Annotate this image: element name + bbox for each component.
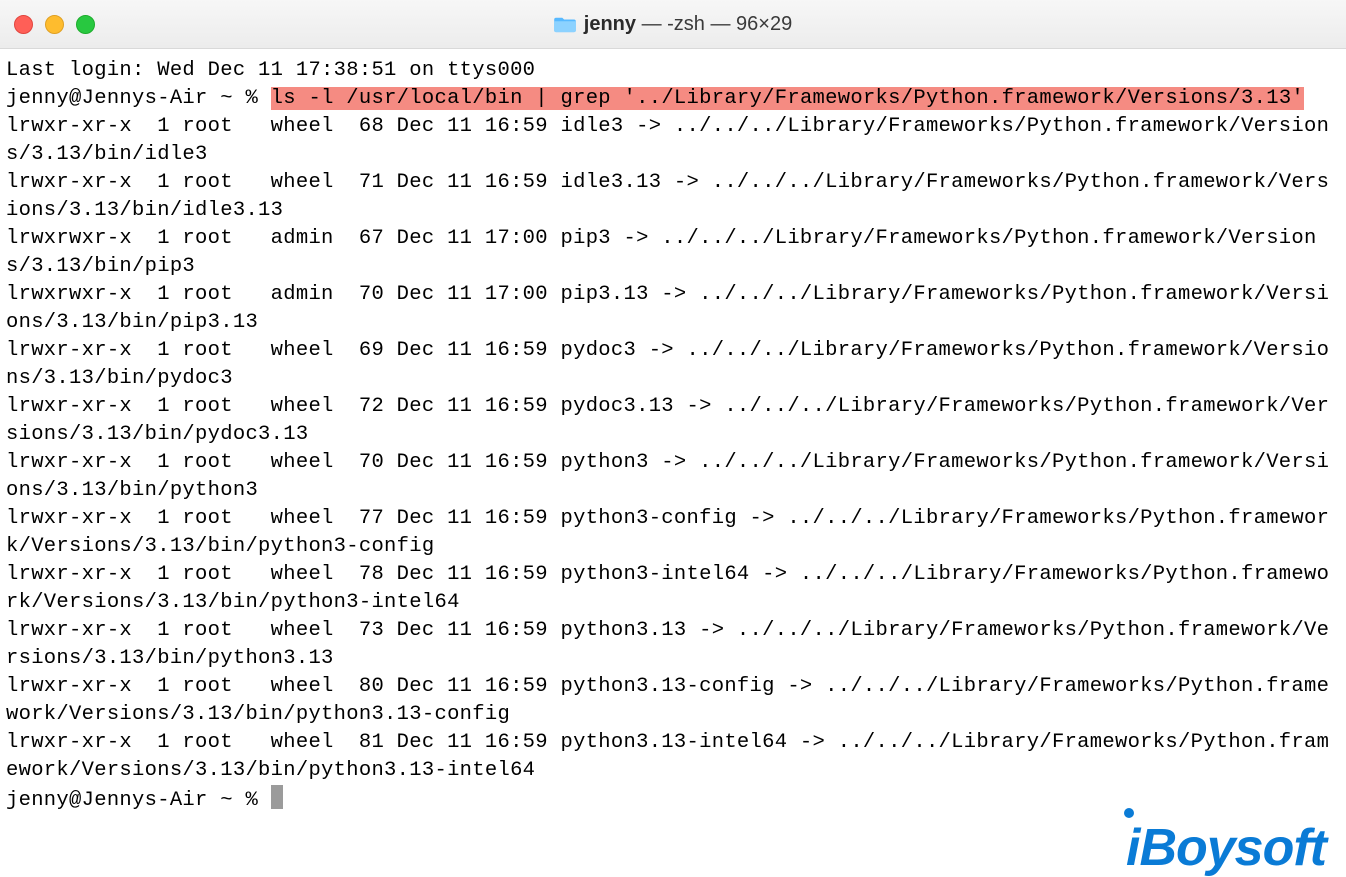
output-line: lrwxrwxr-x 1 root admin 67 Dec 11 17:00 … xyxy=(6,227,1317,278)
cursor-block xyxy=(271,785,283,809)
watermark-text: iBoysoft xyxy=(1126,834,1326,862)
output-line: lrwxr-xr-x 1 root wheel 73 Dec 11 16:59 … xyxy=(6,619,1329,670)
minimize-button[interactable] xyxy=(45,15,64,34)
login-line: Last login: Wed Dec 11 17:38:51 on ttys0… xyxy=(6,59,535,82)
close-button[interactable] xyxy=(14,15,33,34)
watermark-logo: iBoysoft xyxy=(1112,834,1326,862)
output-line: lrwxr-xr-x 1 root wheel 72 Dec 11 16:59 … xyxy=(6,395,1329,446)
prompt-2: jenny@Jennys-Air ~ % xyxy=(6,789,271,812)
title-rest: — -zsh — 96×29 xyxy=(636,13,792,35)
window-controls xyxy=(0,15,95,34)
command-highlight: ls -l /usr/local/bin | grep '../Library/… xyxy=(271,87,1304,110)
output-line: lrwxr-xr-x 1 root wheel 77 Dec 11 16:59 … xyxy=(6,507,1329,558)
output-line: lrwxrwxr-x 1 root admin 70 Dec 11 17:00 … xyxy=(6,283,1329,334)
terminal-area[interactable]: Last login: Wed Dec 11 17:38:51 on ttys0… xyxy=(0,49,1346,815)
output-line: lrwxr-xr-x 1 root wheel 70 Dec 11 16:59 … xyxy=(6,451,1329,502)
output-line: lrwxr-xr-x 1 root wheel 80 Dec 11 16:59 … xyxy=(6,675,1329,726)
output-line: lrwxr-xr-x 1 root wheel 69 Dec 11 16:59 … xyxy=(6,339,1329,390)
output-line: lrwxr-xr-x 1 root wheel 81 Dec 11 16:59 … xyxy=(6,731,1329,782)
folder-icon xyxy=(554,15,576,33)
window-titlebar: jenny — -zsh — 96×29 xyxy=(0,0,1346,49)
output-line: lrwxr-xr-x 1 root wheel 78 Dec 11 16:59 … xyxy=(6,563,1329,614)
prompt-1: jenny@Jennys-Air ~ % xyxy=(6,87,271,110)
output-line: lrwxr-xr-x 1 root wheel 71 Dec 11 16:59 … xyxy=(6,171,1329,222)
output-line: lrwxr-xr-x 1 root wheel 68 Dec 11 16:59 … xyxy=(6,115,1329,166)
zoom-button[interactable] xyxy=(76,15,95,34)
title-folder: jenny xyxy=(584,13,636,35)
window-title: jenny — -zsh — 96×29 xyxy=(0,10,1346,38)
